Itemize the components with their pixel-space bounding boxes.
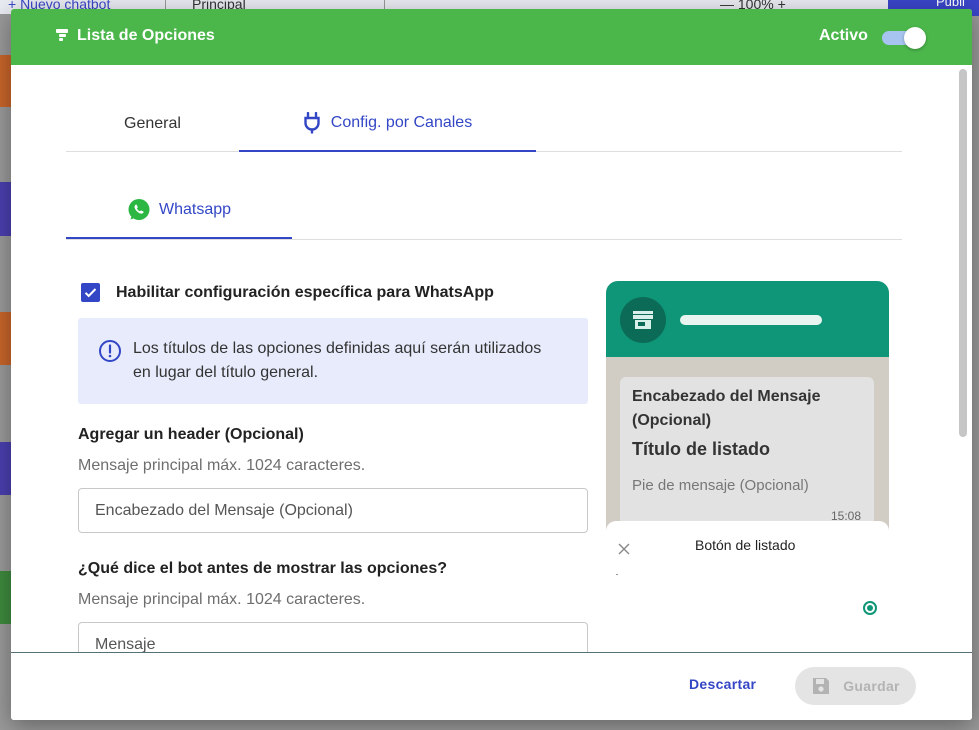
tab-whatsapp[interactable]: Whatsapp (66, 183, 292, 239)
header-field-label: Agregar un header (Opcional) (78, 426, 304, 443)
header-field-help: Mensaje principal máx. 1024 caracteres. (78, 457, 366, 474)
save-icon (813, 678, 830, 694)
active-label: Activo (819, 27, 868, 44)
message-bubble: Encabezado del Mensaje (Opcional) Título… (620, 377, 874, 537)
tab-channel-config[interactable]: Config. por Canales (239, 96, 536, 152)
dialog-header: Lista de Opciones Activo (11, 9, 972, 65)
preview-title: Título de listado (632, 439, 770, 459)
info-icon (99, 340, 121, 362)
preview-footer: Pie de mensaje (Opcional) (632, 477, 809, 494)
bg-node-orange-2 (0, 312, 11, 365)
close-icon (618, 543, 630, 555)
toggle-knob (904, 27, 926, 49)
whatsapp-icon (128, 199, 150, 220)
enable-whatsapp-row: Habilitar configuración específica para … (81, 283, 494, 302)
tab-general[interactable]: General (66, 96, 239, 152)
dialog-scrollbar[interactable] (959, 69, 967, 649)
active-toggle[interactable] (880, 26, 926, 49)
preview-header: Encabezado del Mensaje (Opcional) (632, 388, 821, 429)
list-sheet: Botón de listado (606, 521, 889, 651)
store-icon (633, 311, 653, 329)
info-text: Los títulos de las opciones definidas aq… (133, 340, 542, 381)
contact-name-placeholder (680, 315, 822, 325)
sheet-title: Botón de listado (695, 537, 796, 553)
save-label: Guardar (843, 678, 900, 694)
header-input[interactable] (78, 488, 588, 533)
plug-icon (304, 112, 320, 134)
bg-node-purple-2 (0, 442, 11, 495)
save-button[interactable]: Guardar (795, 667, 916, 705)
bg-node-orange (0, 55, 11, 107)
option-radio (863, 601, 877, 615)
discard-button[interactable]: Descartar (689, 676, 756, 692)
tab-general-label: General (124, 115, 181, 132)
enable-whatsapp-checkbox[interactable] (81, 283, 100, 302)
tab-channel-config-label: Config. por Canales (330, 114, 473, 131)
message-field-label: ¿Qué dice el bot antes de mostrar las op… (78, 560, 447, 577)
scrollbar-thumb[interactable] (959, 69, 967, 437)
whatsapp-preview: Encabezado del Mensaje (Opcional) Título… (606, 281, 889, 651)
preview-chat-header (606, 281, 889, 357)
bg-node-green (0, 571, 11, 624)
message-field-help: Mensaje principal máx. 1024 caracteres. (78, 591, 366, 608)
info-alert: Los títulos de las opciones definidas aq… (78, 318, 588, 404)
channel-tabs: Whatsapp (66, 183, 902, 240)
store-avatar (620, 297, 666, 343)
enable-whatsapp-label: Habilitar configuración específica para … (116, 283, 494, 301)
main-tabs: General Config. por Canales (66, 96, 902, 152)
dialog-footer: Descartar Guardar (11, 652, 972, 720)
dialog-title: Lista de Opciones (77, 27, 215, 44)
options-list-dialog: Lista de Opciones Activo General Config.… (11, 9, 972, 720)
tab-whatsapp-label: Whatsapp (158, 201, 232, 218)
bg-node-purple (0, 182, 11, 236)
option-placeholder (616, 574, 618, 575)
check-icon (84, 288, 97, 298)
list-icon (56, 29, 68, 41)
